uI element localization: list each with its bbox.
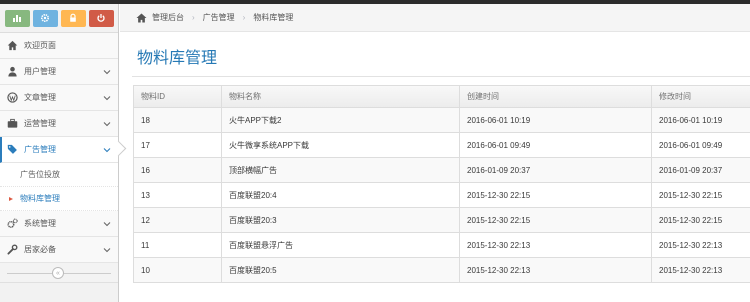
- sidebar-item-label: 运营管理: [24, 119, 56, 128]
- cell-created: 2015-12-30 22:13: [459, 232, 652, 258]
- cell-id: 16: [133, 157, 222, 183]
- cell-created: 2016-01-09 20:37: [459, 157, 652, 183]
- cell-modified: 2015-12-30 22:15: [651, 182, 750, 208]
- cell-id: 11: [133, 232, 222, 258]
- cell-name: 火牛APP下载2: [221, 107, 460, 133]
- cell-name: 顶部横幅广告: [221, 157, 460, 183]
- column-header-modified: 修改时间: [651, 85, 750, 108]
- sidebar-shortcuts: [0, 4, 118, 33]
- chevron-down-icon: [102, 120, 112, 128]
- sidebar-subitem-ad-placement[interactable]: 广告位投放: [0, 163, 118, 187]
- gear-icon: [40, 13, 50, 23]
- sidebar-item-label: 系统管理: [24, 219, 56, 228]
- table-row[interactable]: 16 顶部横幅广告 2016-01-09 20:37 2016-01-09 20…: [133, 157, 750, 183]
- breadcrumb-separator-icon: ›: [192, 13, 195, 22]
- column-header-name: 物料名称: [221, 85, 460, 108]
- cell-id: 10: [133, 257, 222, 283]
- user-icon: [6, 66, 18, 78]
- page-title: 物料库管理: [137, 50, 218, 67]
- chevron-down-icon: [102, 246, 112, 254]
- cell-id: 12: [133, 207, 222, 233]
- sidebar-item-essentials[interactable]: 居家必备: [0, 237, 118, 263]
- chevron-down-icon: [102, 220, 112, 228]
- tags-icon: [6, 144, 18, 156]
- wrench-icon: [6, 244, 18, 256]
- breadcrumb: 管理后台 › 广告管理 › 物料库管理: [120, 4, 750, 32]
- lock-icon: [70, 13, 76, 22]
- cogs-icon: [6, 218, 18, 230]
- cell-created: 2015-12-30 22:13: [459, 257, 652, 283]
- cell-modified: 2015-12-30 22:13: [651, 232, 750, 258]
- sidebar-item-label: 用户管理: [24, 67, 56, 76]
- cell-modified: 2016-06-01 09:49: [651, 132, 750, 158]
- column-header-id: 物料ID: [133, 85, 222, 108]
- cell-modified: 2015-12-30 22:13: [651, 257, 750, 283]
- chevron-down-icon: [102, 68, 112, 76]
- cell-name: 百度联盟20:4: [221, 182, 460, 208]
- home-icon[interactable]: [136, 12, 147, 23]
- divider: [132, 76, 750, 77]
- table-row[interactable]: 10 百度联盟20:5 2015-12-30 22:13 2015-12-30 …: [133, 257, 750, 283]
- sidebar-item-operations[interactable]: 运营管理: [0, 111, 118, 137]
- home-icon: [6, 40, 18, 52]
- sidebar-item-articles[interactable]: 文章管理: [0, 85, 118, 111]
- collapse-sidebar-button[interactable]: «: [52, 267, 64, 279]
- sidebar-item-label: 文章管理: [24, 93, 56, 102]
- sidebar-subitem-material-library[interactable]: 物料库管理: [0, 187, 118, 211]
- sidebar-subitem-label: 物料库管理: [20, 194, 60, 203]
- sidebar-collapse: «: [0, 263, 118, 283]
- sidebar-item-label: 居家必备: [24, 245, 56, 254]
- table-row[interactable]: 11 百度联盟悬浮广告 2015-12-30 22:13 2015-12-30 …: [133, 232, 750, 258]
- cell-created: 2016-06-01 10:19: [459, 107, 652, 133]
- briefcase-icon: [6, 118, 18, 130]
- sidebar-item-welcome[interactable]: 欢迎页面: [0, 33, 118, 59]
- sidebar-item-label: 欢迎页面: [24, 41, 56, 50]
- cell-id: 17: [133, 132, 222, 158]
- sidebar-item-ads[interactable]: 广告管理: [0, 137, 118, 163]
- cell-id: 18: [133, 107, 222, 133]
- cell-name: 火牛微享系统APP下载: [221, 132, 460, 158]
- chevron-down-icon: [102, 94, 112, 102]
- wordpress-icon: [6, 92, 18, 104]
- breadcrumb-home-link[interactable]: 管理后台: [152, 12, 184, 23]
- sidebar-item-system[interactable]: 系统管理: [0, 211, 118, 237]
- breadcrumb-ads-link[interactable]: 广告管理: [203, 12, 235, 23]
- lock-shortcut-button[interactable]: [60, 9, 86, 27]
- sidebar-subitem-label: 广告位投放: [20, 170, 60, 179]
- cell-name: 百度联盟悬浮广告: [221, 232, 460, 258]
- cell-name: 百度联盟20:3: [221, 207, 460, 233]
- cell-created: 2015-12-30 22:15: [459, 207, 652, 233]
- sidebar: 欢迎页面 用户管理 文章管理 运营管理 广告管理 广告位投放 物料库管理 系统管…: [0, 4, 119, 302]
- settings-shortcut-button[interactable]: [32, 9, 58, 27]
- main-content: 管理后台 › 广告管理 › 物料库管理 物料库管理 物料ID 物料名称 创建时间…: [120, 4, 750, 302]
- table-header-row: 物料ID 物料名称 创建时间 修改时间: [133, 85, 750, 108]
- cell-created: 2015-12-30 22:15: [459, 182, 652, 208]
- bar-chart-icon: [13, 15, 21, 22]
- cell-id: 13: [133, 182, 222, 208]
- cell-name: 百度联盟20:5: [221, 257, 460, 283]
- logout-shortcut-button[interactable]: [88, 9, 114, 27]
- material-table: 物料ID 物料名称 创建时间 修改时间 18 火牛APP下载2 2016-06-…: [133, 85, 750, 283]
- sidebar-item-users[interactable]: 用户管理: [0, 59, 118, 85]
- sidebar-item-label: 广告管理: [24, 145, 56, 154]
- cell-modified: 2015-12-30 22:15: [651, 207, 750, 233]
- cell-created: 2016-06-01 09:49: [459, 132, 652, 158]
- chevron-down-icon: [102, 146, 112, 154]
- cell-modified: 2016-01-09 20:37: [651, 157, 750, 183]
- column-header-created: 创建时间: [459, 85, 652, 108]
- table-row[interactable]: 18 火牛APP下载2 2016-06-01 10:19 2016-06-01 …: [133, 107, 750, 133]
- double-chevron-left-icon: «: [56, 269, 60, 277]
- table-row[interactable]: 17 火牛微享系统APP下载 2016-06-01 09:49 2016-06-…: [133, 132, 750, 158]
- breadcrumb-separator-icon: ›: [242, 13, 246, 22]
- table-row[interactable]: 13 百度联盟20:4 2015-12-30 22:15 2015-12-30 …: [133, 182, 750, 208]
- table-row[interactable]: 12 百度联盟20:3 2015-12-30 22:15 2015-12-30 …: [133, 207, 750, 233]
- chart-shortcut-button[interactable]: [4, 9, 30, 27]
- breadcrumb-current: 物料库管理: [253, 13, 294, 22]
- power-icon: [97, 14, 105, 22]
- cell-modified: 2016-06-01 10:19: [651, 107, 750, 133]
